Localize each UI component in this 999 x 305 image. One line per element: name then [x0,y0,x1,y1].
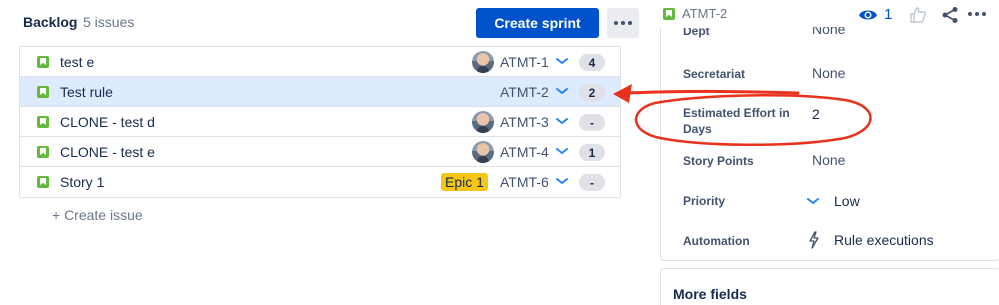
secretariat-label: Secretariat [683,67,746,81]
story-icon [37,146,49,158]
story-icon [37,176,49,188]
watch-count[interactable]: 1 [884,6,892,23]
automation-label: Automation [683,234,750,248]
story-points-label: Story Points [683,154,754,168]
issue-row-selected[interactable]: Test rule ATMT-2 2 [20,77,620,107]
issue-key[interactable]: ATMT-1 [500,54,549,70]
automation-value[interactable]: Rule executions [834,232,934,248]
issue-summary: CLONE - test e [60,144,155,160]
story-points-value[interactable]: None [812,152,845,168]
assignee-avatar[interactable] [472,111,494,133]
epic-badge[interactable]: Epic 1 [441,173,488,191]
more-horizontal-icon [614,21,632,25]
priority-value[interactable]: Low [834,193,860,209]
more-fields-section[interactable]: More fields [660,268,999,305]
story-points-badge: - [579,174,605,191]
details-section: Dept None Secretariat None Estimated Eff… [660,27,999,261]
backlog-issue-count: 5 issues [83,14,135,30]
priority-low-icon [807,198,819,205]
dept-label: Dept [683,24,710,38]
issue-row[interactable]: CLONE - test e ATMT-4 1 [20,137,620,167]
issue-summary: test e [60,54,95,70]
issue-key[interactable]: ATMT-6 [500,174,549,190]
priority-low-icon [556,178,568,185]
priority-label: Priority [683,194,726,208]
issue-detail-panel: ATMT-2 1 Dept None Secretariat None Esti… [650,0,999,305]
issue-summary: Story 1 [60,174,105,190]
lightning-icon [809,231,819,249]
secretariat-value[interactable]: None [812,65,845,81]
priority-low-icon [556,88,568,95]
estimated-effort-label: Estimated Effort in Days [683,106,790,136]
story-points-badge: 2 [579,84,605,101]
issue-summary: Test rule [60,84,113,100]
story-icon [37,56,49,68]
story-icon [663,8,675,20]
thumbs-up-icon[interactable] [909,7,927,23]
backlog-title: Backlog [23,14,78,30]
issue-list: test e ATMT-1 4 Test rule ATMT-2 2 CLONE… [19,46,621,198]
issue-summary: CLONE - test d [60,114,155,130]
share-icon[interactable] [941,6,959,24]
dept-value[interactable]: None [812,27,845,37]
assignee-avatar[interactable] [472,51,494,73]
priority-low-icon [556,118,568,125]
story-points-badge: 1 [579,144,605,161]
estimated-effort-value[interactable]: 2 [812,106,820,122]
issue-row[interactable]: test e ATMT-1 4 [20,47,620,77]
create-sprint-button[interactable]: Create sprint [476,8,599,38]
priority-low-icon [556,58,568,65]
issue-key[interactable]: ATMT-4 [500,144,549,160]
create-issue-button[interactable]: + Create issue [52,207,143,223]
assignee-avatar[interactable] [472,141,494,163]
story-icon [37,86,49,98]
issue-key[interactable]: ATMT-2 [500,84,549,100]
eye-icon[interactable] [858,7,878,23]
priority-low-icon [556,148,568,155]
issue-row[interactable]: CLONE - test d ATMT-3 - [20,107,620,137]
panel-more-icon[interactable] [968,12,986,16]
issue-key[interactable]: ATMT-3 [500,114,549,130]
story-points-badge: 4 [579,54,605,71]
backlog-more-button[interactable] [607,8,639,38]
backlog-header: Backlog 5 issues Create sprint [23,6,639,38]
issue-row[interactable]: Story 1 Epic 1 ATMT-6 - [20,167,620,197]
story-icon [37,116,49,128]
more-fields-label: More fields [673,286,747,302]
story-points-badge: - [579,114,605,131]
panel-issue-key[interactable]: ATMT-2 [682,6,727,21]
